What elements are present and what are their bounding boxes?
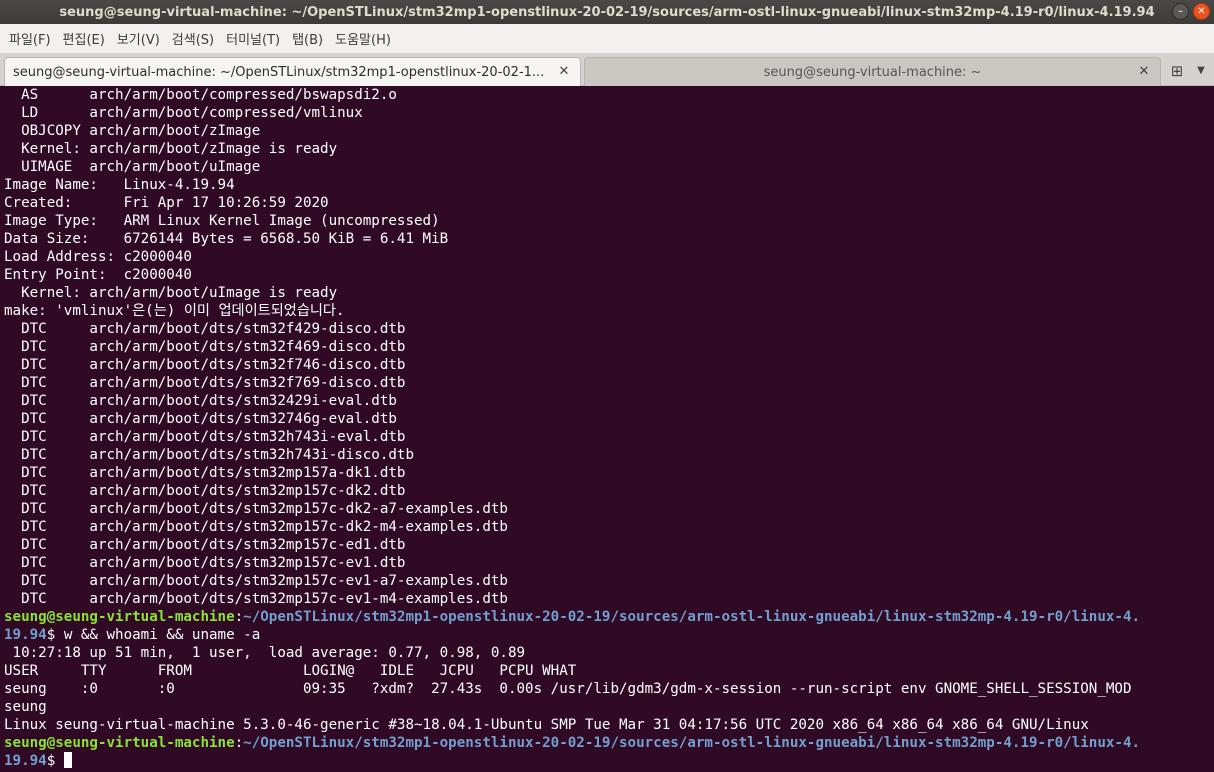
terminal-line: USER TTY FROM LOGIN@ IDLE JCPU PCPU WHAT: [4, 663, 577, 679]
prompt-user: seung@seung-virtual-machine: [4, 735, 235, 751]
terminal-line: Entry Point: c2000040: [4, 267, 192, 283]
prompt-dollar: $: [46, 753, 64, 769]
prompt-path-cont: 19.94: [4, 627, 47, 643]
prompt-path: ~/OpenSTLinux/stm32mp1-openstlinux-20-02…: [243, 609, 1141, 625]
terminal-line: DTC arch/arm/boot/dts/stm32f429-disco.dt…: [4, 321, 406, 337]
terminal-line: Data Size: 6726144 Bytes = 6568.50 KiB =…: [4, 231, 449, 247]
close-icon[interactable]: ✕: [556, 64, 572, 80]
tab-label: seung@seung-virtual-machine: ~: [763, 64, 982, 80]
terminal-line: DTC arch/arm/boot/dts/stm32mp157c-dk2-m4…: [4, 519, 508, 535]
prompt-line-wrap: 19.94$ w && whoami && uname -a: [4, 626, 1214, 644]
prompt-separator: :: [234, 735, 244, 751]
tab-bar: seung@seung-virtual-machine: ~/OpenSTLin…: [0, 54, 1214, 86]
terminal-line: Linux seung-virtual-machine 5.3.0-46-gen…: [4, 717, 1089, 733]
terminal-line: LD arch/arm/boot/compressed/vmlinux: [4, 105, 363, 121]
terminal-line: seung: [4, 699, 47, 715]
chevron-down-icon[interactable]: ▼: [1192, 60, 1210, 82]
close-icon[interactable]: ✕: [1136, 64, 1152, 80]
text-cursor[interactable]: [63, 752, 72, 768]
tab-build-dir[interactable]: seung@seung-virtual-machine: ~/OpenSTLin…: [4, 57, 581, 86]
terminal-line: DTC arch/arm/boot/dts/stm32mp157c-dk2-a7…: [4, 501, 508, 517]
menu-terminal[interactable]: 터미널(T): [220, 29, 286, 48]
terminal-line: UIMAGE arch/arm/boot/uImage: [4, 159, 261, 175]
terminal-line: seung :0 :0 09:35 ?xdm? 27.43s 0.00s /us…: [4, 681, 1132, 697]
terminal-line: Kernel: arch/arm/boot/uImage is ready: [4, 285, 338, 301]
terminal-line: DTC arch/arm/boot/dts/stm32f746-disco.dt…: [4, 357, 406, 373]
prompt-user: seung@seung-virtual-machine: [4, 609, 235, 625]
prompt-line: seung@seung-virtual-machine:~/OpenSTLinu…: [4, 734, 1214, 752]
terminal-line: Kernel: arch/arm/boot/zImage is ready: [4, 141, 338, 157]
terminal-line: DTC arch/arm/boot/dts/stm32429i-eval.dtb: [4, 393, 397, 409]
command-output: 10:27:18 up 51 min, 1 user, load average…: [4, 644, 1214, 734]
close-window-button[interactable]: ✕: [1193, 3, 1210, 20]
menu-search[interactable]: 검색(S): [166, 29, 220, 48]
minimize-button[interactable]: –: [1172, 3, 1189, 20]
terminal-output[interactable]: AS arch/arm/boot/compressed/bswapsdi2.o …: [0, 86, 1214, 772]
terminal-line: Created: Fri Apr 17 10:26:59 2020: [4, 195, 329, 211]
window-controls: – ✕: [1172, 3, 1210, 20]
terminal-line: make: 'vmlinux'은(는) 이미 업데이트되었습니다.: [4, 303, 345, 319]
prompt-dollar: $: [46, 627, 64, 643]
terminal-line: DTC arch/arm/boot/dts/stm32h743i-disco.d…: [4, 447, 414, 463]
tab-home[interactable]: seung@seung-virtual-machine: ~ ✕: [584, 57, 1161, 86]
prompt-line-wrap: 19.94$: [4, 752, 1214, 770]
terminal-line: AS arch/arm/boot/compressed/bswapsdi2.o: [4, 87, 397, 103]
menu-tabs[interactable]: 탭(B): [286, 29, 329, 48]
terminal-line: 10:27:18 up 51 min, 1 user, load average…: [4, 645, 526, 661]
terminal-line: DTC arch/arm/boot/dts/stm32mp157c-ed1.dt…: [4, 537, 406, 553]
prompt-path-cont: 19.94: [4, 753, 47, 769]
terminal-line: Load Address: c2000040: [4, 249, 192, 265]
command-text: w && whoami && uname -a: [63, 627, 261, 643]
menu-view[interactable]: 보기(V): [111, 29, 166, 48]
menu-edit[interactable]: 편집(E): [57, 29, 111, 48]
prompt-separator: :: [234, 609, 244, 625]
window-titlebar: seung@seung-virtual-machine: ~/OpenSTLin…: [0, 0, 1214, 24]
window-title: seung@seung-virtual-machine: ~/OpenSTLin…: [59, 4, 1155, 20]
menu-help[interactable]: 도움말(H): [329, 29, 397, 48]
tab-label: seung@seung-virtual-machine: ~/OpenSTLin…: [13, 64, 545, 80]
build-output: AS arch/arm/boot/compressed/bswapsdi2.o …: [4, 86, 1214, 608]
prompt-line: seung@seung-virtual-machine:~/OpenSTLinu…: [4, 608, 1214, 626]
prompt-path: ~/OpenSTLinux/stm32mp1-openstlinux-20-02…: [243, 735, 1141, 751]
terminal-line: DTC arch/arm/boot/dts/stm32mp157c-dk2.dt…: [4, 483, 406, 499]
terminal-line: DTC arch/arm/boot/dts/stm32h743i-eval.dt…: [4, 429, 406, 445]
terminal-line: DTC arch/arm/boot/dts/stm32mp157c-ev1-m4…: [4, 591, 508, 607]
terminal-line: DTC arch/arm/boot/dts/stm32mp157c-ev1-a7…: [4, 573, 508, 589]
terminal-line: DTC arch/arm/boot/dts/stm32mp157c-ev1.dt…: [4, 555, 406, 571]
terminal-line: Image Type: ARM Linux Kernel Image (unco…: [4, 213, 440, 229]
new-tab-icon[interactable]: ⊞: [1166, 60, 1188, 82]
terminal-line: DTC arch/arm/boot/dts/stm32746g-eval.dtb: [4, 411, 397, 427]
terminal-line: Image Name: Linux-4.19.94: [4, 177, 235, 193]
menu-bar: 파일(F) 편집(E) 보기(V) 검색(S) 터미널(T) 탭(B) 도움말(…: [0, 24, 1214, 54]
menu-file[interactable]: 파일(F): [3, 29, 57, 48]
terminal-line: DTC arch/arm/boot/dts/stm32f469-disco.dt…: [4, 339, 406, 355]
terminal-line: OBJCOPY arch/arm/boot/zImage: [4, 123, 261, 139]
terminal-line: DTC arch/arm/boot/dts/stm32mp157a-dk1.dt…: [4, 465, 406, 481]
terminal-line: DTC arch/arm/boot/dts/stm32f769-disco.dt…: [4, 375, 406, 391]
